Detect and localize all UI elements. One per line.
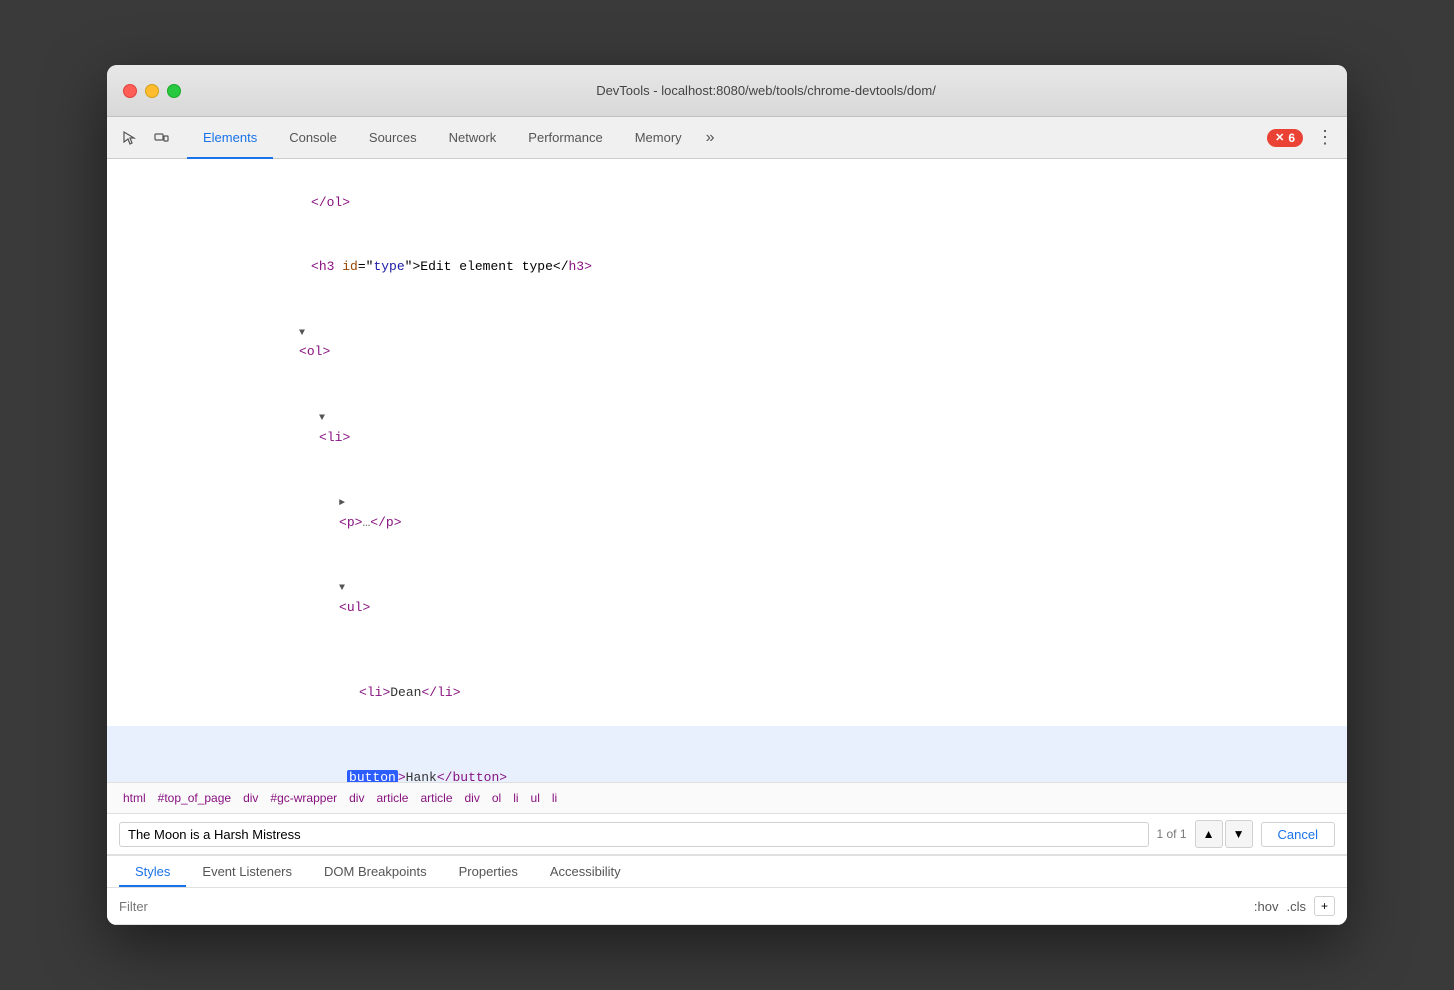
dom-line[interactable]: <h3 id="type">Edit element type</h3> [107,235,1347,299]
minimize-button[interactable] [145,84,159,98]
maximize-button[interactable] [167,84,181,98]
dom-line[interactable]: ▼ <ol> [107,300,1347,385]
breadcrumb-bar: html #top_of_page div #gc-wrapper div ar… [107,782,1347,814]
inspect-icon[interactable] [115,124,143,152]
toolbar-right: ✕ 6 ⋮ [1267,124,1339,152]
device-mode-icon[interactable] [147,124,175,152]
panel-tab-properties[interactable]: Properties [443,856,534,887]
line-ellipsis-dots: ... [123,780,153,782]
filter-add-button[interactable]: + [1314,896,1335,916]
error-icon: ✕ [1275,131,1284,144]
collapse-arrow[interactable]: ▼ [299,326,311,342]
panel-tab-event-listeners[interactable]: Event Listeners [186,856,308,887]
filter-bar: :hov .cls + [107,888,1347,925]
search-prev-button[interactable]: ▲ [1195,820,1223,848]
expand-arrow[interactable]: ► [339,496,351,512]
panel-tab-accessibility[interactable]: Accessibility [534,856,637,887]
search-input[interactable] [119,822,1149,847]
dom-line[interactable]: ▼ <li> [107,385,1347,470]
breadcrumb-item-gc-wrapper[interactable]: #gc-wrapper [266,789,341,807]
selected-tag: button [347,770,398,782]
breadcrumb-item-div3[interactable]: div [461,789,484,807]
tab-elements[interactable]: Elements [187,117,273,159]
search-count: 1 of 1 [1157,827,1187,841]
collapse-arrow[interactable]: ▼ [319,411,331,427]
dom-line[interactable]: ▼ <ul> [107,555,1347,640]
close-button[interactable] [123,84,137,98]
window-title: DevTools - localhost:8080/web/tools/chro… [201,83,1331,98]
filter-hov-label[interactable]: :hov [1254,899,1279,914]
titlebar: DevTools - localhost:8080/web/tools/chro… [107,65,1347,117]
tab-performance[interactable]: Performance [512,117,618,159]
dom-line[interactable]: ► <p>…</p> [107,470,1347,555]
filter-actions: :hov .cls + [1254,896,1335,916]
search-bar: 1 of 1 ▲ ▼ Cancel [107,814,1347,855]
dom-line-selected[interactable]: ... button>Hank</button> == $0 [107,726,1347,782]
search-cancel-button[interactable]: Cancel [1261,822,1335,847]
devtools-window: DevTools - localhost:8080/web/tools/chro… [107,65,1347,925]
main-tabs: Elements Console Sources Network Perform… [187,117,1267,159]
breadcrumb-item-ol[interactable]: ol [488,789,505,807]
breadcrumb-item-article2[interactable]: article [416,789,456,807]
filter-cls-label[interactable]: .cls [1286,899,1306,914]
traffic-lights [123,84,181,98]
search-next-button[interactable]: ▼ [1225,820,1253,848]
breadcrumb-item-div2[interactable]: div [345,789,368,807]
tab-network[interactable]: Network [433,117,513,159]
more-tabs-button[interactable]: » [698,117,723,159]
toolbar-icons [115,124,175,152]
filter-input[interactable] [119,899,1246,914]
dom-line[interactable]: <li>Dean</li> [107,641,1347,726]
panel-tab-dom-breakpoints[interactable]: DOM Breakpoints [308,856,443,887]
breadcrumb-item-li2[interactable]: li [548,789,561,807]
error-count: 6 [1288,131,1295,145]
tab-sources[interactable]: Sources [353,117,433,159]
more-menu-button[interactable]: ⋮ [1311,124,1339,152]
breadcrumb-item-li1[interactable]: li [509,789,522,807]
panel-tab-styles[interactable]: Styles [119,856,186,887]
main-content: </ol> <h3 id="type">Edit element type</h… [107,159,1347,925]
search-nav-buttons: ▲ ▼ [1195,820,1253,848]
breadcrumb-item-html[interactable]: html [119,789,150,807]
dom-tree[interactable]: </ol> <h3 id="type">Edit element type</h… [107,159,1347,782]
tab-memory[interactable]: Memory [619,117,698,159]
breadcrumb-item-ul[interactable]: ul [527,789,544,807]
breadcrumb-item-top[interactable]: #top_of_page [154,789,235,807]
dom-line[interactable]: </ol> [107,171,1347,235]
breadcrumb-item-article1[interactable]: article [372,789,412,807]
error-badge[interactable]: ✕ 6 [1267,129,1303,147]
bottom-panel: Styles Event Listeners DOM Breakpoints P… [107,855,1347,925]
main-toolbar: Elements Console Sources Network Perform… [107,117,1347,159]
panel-tabs: Styles Event Listeners DOM Breakpoints P… [107,856,1347,888]
tab-console[interactable]: Console [273,117,353,159]
breadcrumb-item-div1[interactable]: div [239,789,262,807]
collapse-arrow[interactable]: ▼ [339,581,351,597]
